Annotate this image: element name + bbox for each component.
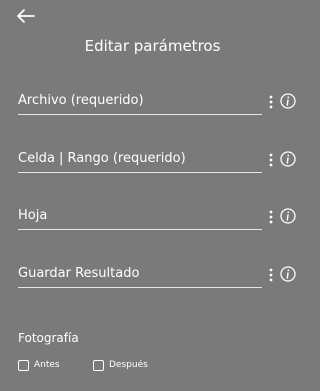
page-title: Editar parámetros xyxy=(84,37,221,55)
field-celda-rango[interactable]: Celda | Rango (requerido) xyxy=(18,151,298,181)
kebab-menu-icon[interactable] xyxy=(266,268,276,282)
kebab-menu-icon[interactable] xyxy=(266,210,276,224)
checkbox-box[interactable] xyxy=(93,359,104,371)
field-underline xyxy=(18,172,262,173)
field-underline xyxy=(18,287,262,288)
back-button[interactable] xyxy=(14,6,36,26)
field-guardar-resultado[interactable]: Guardar Resultado xyxy=(18,266,298,296)
field-label: Hoja xyxy=(18,208,48,223)
section-title-fotografia: Fotografía xyxy=(18,331,79,345)
info-icon[interactable] xyxy=(280,208,296,224)
field-underline xyxy=(18,114,262,115)
checkbox-despues[interactable]: Después xyxy=(93,358,148,372)
field-label: Guardar Resultado xyxy=(18,266,140,281)
field-hoja[interactable]: Hoja xyxy=(18,208,298,238)
checkbox-label: Antes xyxy=(34,360,60,370)
field-underline xyxy=(18,229,262,230)
field-label: Celda | Rango (requerido) xyxy=(18,151,186,166)
info-icon[interactable] xyxy=(280,93,296,109)
arrow-left-icon xyxy=(17,9,35,23)
field-archivo[interactable]: Archivo (requerido) xyxy=(18,93,298,123)
kebab-menu-icon[interactable] xyxy=(266,153,276,167)
checkbox-box[interactable] xyxy=(18,359,29,371)
checkbox-antes[interactable]: Antes xyxy=(18,358,60,372)
kebab-menu-icon[interactable] xyxy=(266,95,276,109)
info-icon[interactable] xyxy=(280,151,296,167)
info-icon[interactable] xyxy=(280,266,296,282)
checkbox-label: Después xyxy=(109,360,148,370)
field-label: Archivo (requerido) xyxy=(18,93,144,108)
